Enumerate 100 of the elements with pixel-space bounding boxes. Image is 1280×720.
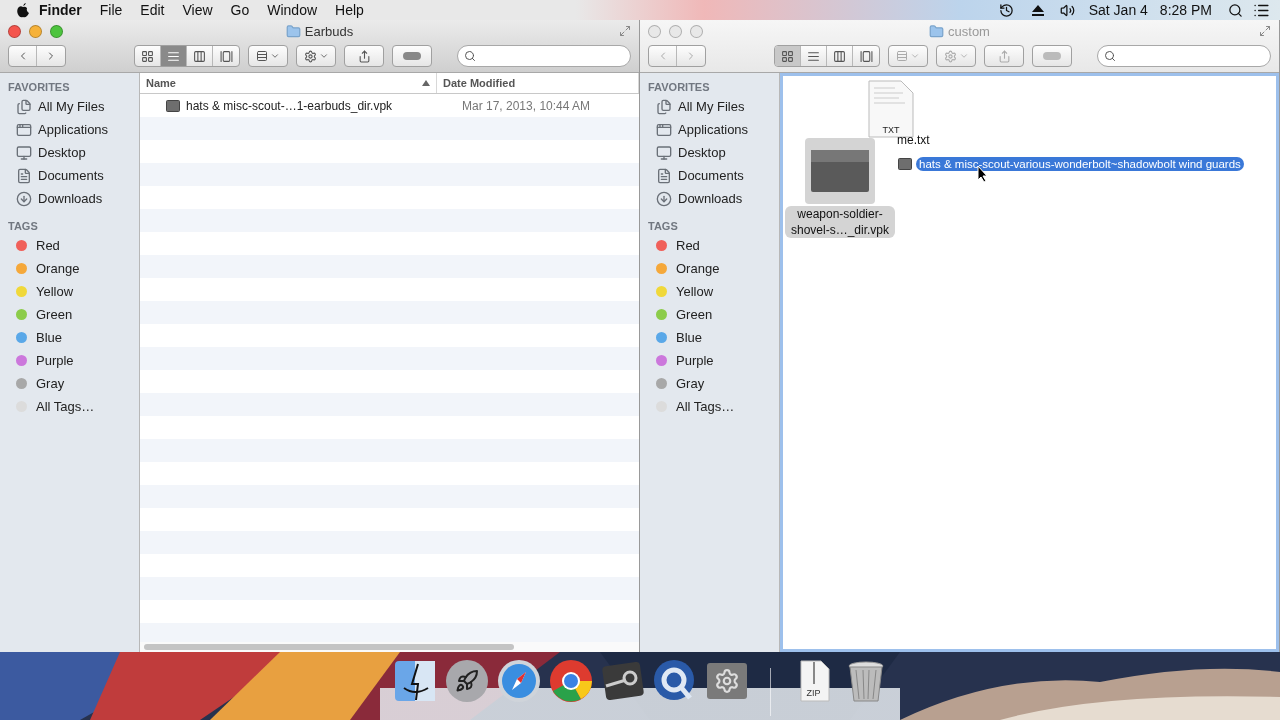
search-field[interactable] (457, 45, 631, 67)
tag-item[interactable]: Blue (676, 330, 703, 345)
column-header[interactable]: Name (140, 73, 437, 93)
share-icon (357, 49, 371, 63)
window-control-button[interactable] (8, 24, 21, 38)
menu-item[interactable]: Go (221, 2, 259, 18)
list-icon (807, 49, 820, 63)
tag-item[interactable]: Gray (676, 376, 705, 391)
cover-flow-icon (859, 49, 873, 63)
menu-item[interactable]: Window (258, 2, 327, 18)
grid-icon (141, 49, 154, 63)
tag-item[interactable]: Yellow (36, 284, 74, 299)
sidebar-item[interactable]: Documents (678, 168, 744, 183)
tag-item[interactable]: Red (676, 238, 700, 253)
menu-item[interactable]: File (90, 2, 132, 18)
monitor-icon (16, 144, 32, 161)
grid-icon (781, 49, 794, 63)
applications-icon (16, 121, 32, 138)
search-icon (464, 50, 476, 62)
monitor-icon (656, 144, 672, 161)
tag-pill-icon (403, 52, 421, 60)
chrome-logo-icon[interactable] (547, 658, 594, 704)
download-icon (656, 190, 672, 207)
share-button[interactable] (344, 45, 384, 67)
tag-pill-icon (1043, 52, 1061, 60)
section-heading: FAVORITES (647, 80, 711, 95)
tag-item[interactable]: Orange (676, 261, 720, 276)
caret-icon (910, 51, 920, 61)
window-title: Earbuds (304, 23, 354, 39)
tag-item[interactable]: Purple (36, 353, 74, 368)
caret-icon (318, 51, 329, 61)
scrollbar-thumb[interactable] (144, 644, 514, 650)
file-name[interactable]: weapon-soldier-shovel-s…_dir.vpk (785, 206, 895, 238)
tag-button[interactable] (392, 45, 432, 67)
tag-item[interactable]: Blue (36, 330, 63, 345)
search-icon (1104, 50, 1116, 62)
section-heading: TAGS (7, 219, 39, 234)
tag-item[interactable]: Green (36, 307, 73, 322)
file-name[interactable]: hats & misc-scout-…1-earbuds_dir.vpk (186, 98, 393, 113)
sidebar-item[interactable]: Applications (38, 122, 109, 137)
columns-icon (833, 49, 846, 63)
fullscreen-icon[interactable] (1259, 25, 1271, 37)
sidebar-item[interactable]: Downloads (678, 191, 743, 206)
tag-item[interactable]: Yellow (676, 284, 714, 299)
file-type-label: TXT (882, 125, 900, 135)
sidebar-item[interactable]: All My Files (38, 99, 105, 114)
time-machine-icon[interactable] (998, 2, 1014, 18)
download-icon (16, 190, 32, 207)
tag-item[interactable]: All Tags… (36, 399, 95, 414)
share-button[interactable] (984, 45, 1024, 67)
tag-item[interactable]: Purple (676, 353, 714, 368)
action-button[interactable] (936, 45, 976, 67)
section-heading: TAGS (647, 219, 679, 234)
folder-icon (285, 23, 301, 39)
window-control-button[interactable] (29, 24, 42, 38)
eject-icon[interactable] (1031, 4, 1044, 16)
date-modified: Mar 17, 2013, 10:44 AM (461, 98, 591, 113)
sidebar-item[interactable]: Applications (678, 122, 749, 137)
menu-item[interactable]: Edit (131, 2, 174, 18)
window-control-button[interactable] (50, 24, 63, 38)
text-document-icon[interactable]: TXT (867, 80, 916, 138)
caret-icon (958, 51, 969, 61)
app-menu[interactable]: Finder (30, 2, 91, 18)
rows-icon (256, 50, 268, 62)
volume-icon[interactable] (1059, 2, 1075, 18)
caret-icon (270, 51, 280, 61)
icon-view-button[interactable] (775, 46, 801, 66)
tag-item[interactable]: All Tags… (676, 399, 735, 414)
rocket-icon[interactable] (443, 658, 490, 704)
menu-time[interactable]: 8:28 PM (1153, 2, 1218, 18)
menu-item[interactable]: View (173, 2, 222, 18)
file-name[interactable]: hats & misc-scout-various-wonderbolt~shadowbolt wind guards (916, 157, 1244, 171)
search-field[interactable] (1097, 45, 1271, 67)
terminal-window-icon[interactable] (805, 138, 875, 204)
fullscreen-icon[interactable] (619, 25, 631, 37)
files-icon (16, 98, 32, 115)
search-icon[interactable] (1228, 2, 1243, 18)
compass-icon[interactable] (495, 658, 542, 704)
cover-flow-icon (219, 49, 233, 63)
apple-logo-icon[interactable] (16, 2, 30, 18)
sidebar-item[interactable]: Documents (38, 168, 104, 183)
tag-button[interactable] (1032, 45, 1072, 67)
sidebar-item[interactable]: All My Files (678, 99, 745, 114)
column-header[interactable]: Date Modified (437, 73, 639, 93)
menu-date[interactable]: Sat Jan 4 (1082, 2, 1154, 18)
rows-icon (896, 50, 908, 62)
sidebar-item[interactable]: Desktop (38, 145, 86, 160)
menu-item[interactable]: Help (326, 2, 373, 18)
action-button[interactable] (296, 45, 336, 67)
sidebar-item[interactable]: Desktop (678, 145, 726, 160)
tag-item[interactable]: Orange (36, 261, 80, 276)
tag-item[interactable]: Green (676, 307, 713, 322)
document-icon (656, 167, 672, 184)
arrange-button[interactable] (248, 45, 288, 67)
tag-item[interactable]: Red (36, 238, 60, 253)
section-heading: FAVORITES (7, 80, 71, 95)
window-title: custom (948, 23, 990, 39)
list-icon (167, 49, 180, 63)
tag-item[interactable]: Gray (36, 376, 65, 391)
sidebar-item[interactable]: Downloads (38, 191, 103, 206)
